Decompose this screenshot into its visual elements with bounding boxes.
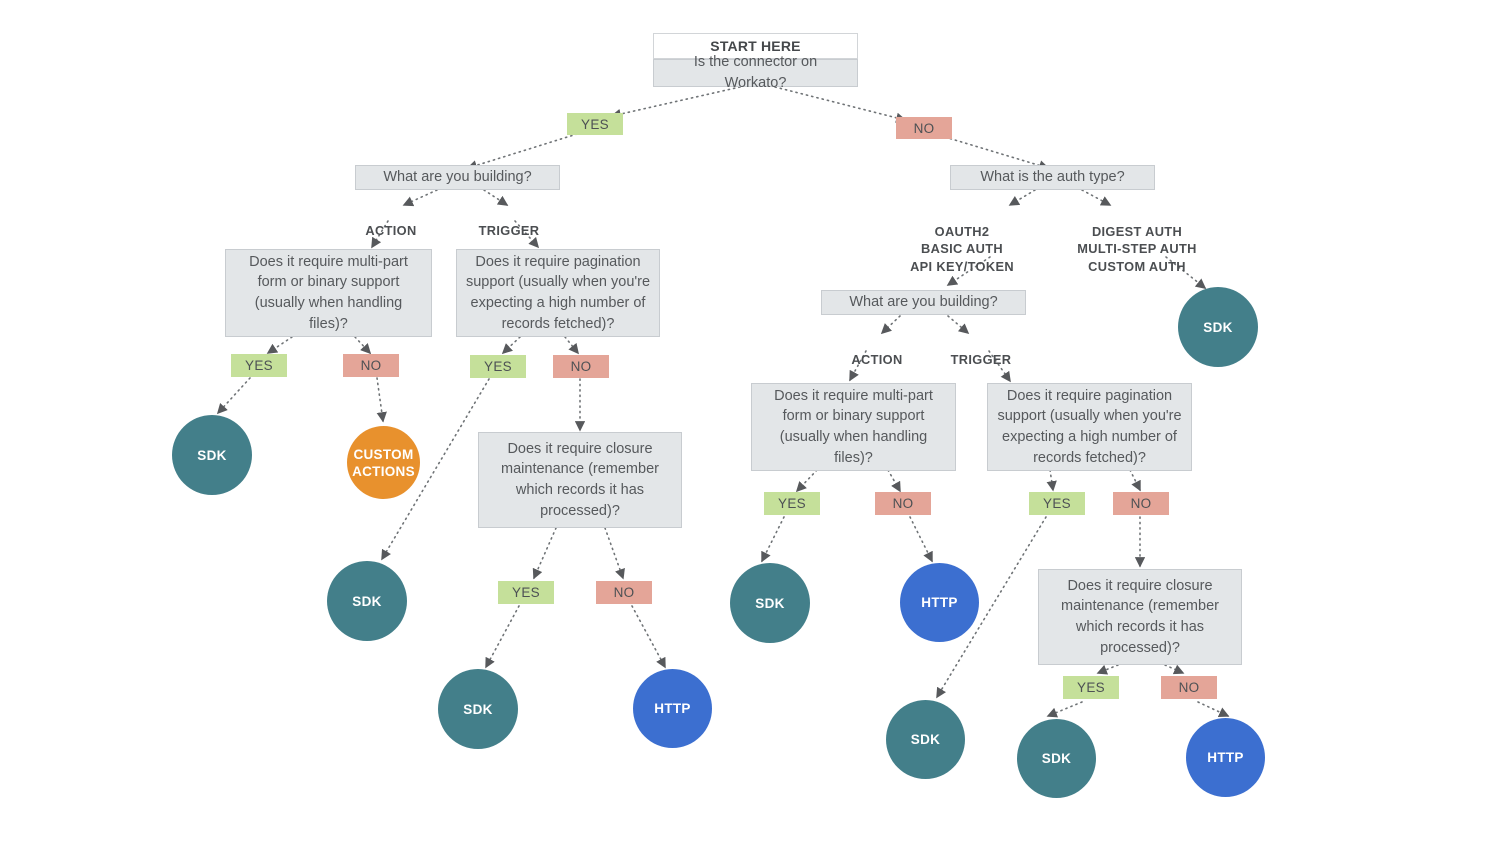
edge-label-text: NO — [360, 358, 382, 373]
terminal-label: SDK — [352, 593, 382, 609]
terminal-http-multipart-right[interactable]: HTTP — [900, 563, 979, 642]
question-closure-right[interactable]: Does it require closure maintenance (rem… — [1038, 569, 1242, 665]
flowchart-canvas: START HERE Is the connector on Workato? … — [0, 0, 1500, 843]
question-building-right-text: What are you building? — [849, 294, 998, 311]
edge-label-yes-pagination-right[interactable]: YES — [1029, 492, 1085, 515]
terminal-label: SDK — [197, 447, 227, 463]
terminal-http-closure-left[interactable]: HTTP — [633, 669, 712, 748]
edge-label-yes-closure-right[interactable]: YES — [1063, 676, 1119, 699]
terminal-label: SDK — [1203, 319, 1233, 335]
question-multipart-left[interactable]: Does it require multi-part form or binar… — [225, 249, 432, 337]
edge-label-yes-multipart-right[interactable]: YES — [764, 492, 820, 515]
question-building-left-text: What are you building? — [383, 169, 532, 186]
edge-label-no-multipart-left[interactable]: NO — [343, 354, 399, 377]
edge-label-auth-left-group: OAUTH2 BASIC AUTH API KEY/TOKEN — [891, 205, 1033, 275]
terminal-label: SDK — [463, 701, 493, 717]
edge-label-no-closure-left[interactable]: NO — [596, 581, 652, 604]
terminal-label: SDK — [755, 595, 785, 611]
terminal-label: SDK — [910, 732, 941, 747]
edge-label-yes-pagination-left[interactable]: YES — [470, 355, 526, 378]
start-question-box[interactable]: Is the connector on Workato? — [653, 54, 858, 91]
terminal-sdk-pagination-left[interactable]: SDK — [327, 561, 407, 641]
edge-label-no-closure-right[interactable]: NO — [1161, 676, 1217, 699]
edge-label-no-pagination-left[interactable]: NO — [553, 355, 609, 378]
question-pagination-right[interactable]: Does it require pagination support (usua… — [987, 383, 1192, 471]
start-question-text: Is the connector on Workato? — [693, 54, 818, 91]
edge-label-no-pagination-right[interactable]: NO — [1113, 492, 1169, 515]
terminal-label: HTTP — [654, 701, 691, 716]
edge-label-yes-on-workato[interactable]: YES — [567, 113, 623, 135]
edge-label-no-multipart-right[interactable]: NO — [875, 492, 931, 515]
terminal-custom-actions[interactable]: CUSTOM ACTIONS — [347, 426, 420, 499]
edge-label-text: YES — [484, 359, 512, 374]
edge-label-text: OAUTH2 BASIC AUTH API KEY/TOKEN — [910, 223, 1014, 274]
terminal-label: HTTP — [1207, 750, 1244, 765]
edge-label-text: NO — [892, 496, 914, 511]
edge-label-text: TRIGGER — [478, 222, 540, 238]
question-multipart-left-text: Does it require multi-part form or binar… — [249, 253, 408, 332]
terminal-label: CUSTOM ACTIONS — [352, 446, 415, 479]
edge-label-text: YES — [778, 496, 806, 511]
question-building-right[interactable]: What are you building? — [821, 290, 1026, 315]
question-pagination-right-text: Does it require pagination support (usua… — [997, 387, 1182, 466]
edge-label-auth-right-group: DIGEST AUTH MULTI-STEP AUTH CUSTOM AUTH — [1066, 205, 1208, 275]
edge-label-text: NO — [613, 585, 635, 600]
edge-label-text: ACTION — [365, 222, 417, 238]
edge-label-text: DIGEST AUTH MULTI-STEP AUTH CUSTOM AUTH — [1077, 223, 1197, 274]
edge-label-text: NO — [1178, 680, 1200, 695]
edge-label-action-left: ACTION — [341, 204, 441, 239]
edge-label-yes-closure-left[interactable]: YES — [498, 581, 554, 604]
terminal-sdk-multipart-left[interactable]: SDK — [172, 415, 252, 495]
terminal-http-closure-right[interactable]: HTTP — [1186, 718, 1265, 797]
question-closure-right-text: Does it require closure maintenance (rem… — [1061, 577, 1219, 656]
edge-label-text: YES — [512, 585, 540, 600]
terminal-label: SDK — [1041, 751, 1072, 766]
terminal-sdk-pagination-right[interactable]: SDK — [886, 700, 965, 779]
edge-label-text: TRIGGER — [950, 351, 1012, 367]
edge-label-text: NO — [570, 359, 592, 374]
edge-label-text: NO — [1130, 496, 1152, 511]
terminal-sdk-closure-right[interactable]: SDK — [1017, 719, 1096, 798]
question-auth-type[interactable]: What is the auth type? — [950, 165, 1155, 190]
edge-label-text: YES — [1043, 496, 1071, 511]
question-closure-left-text: Does it require closure maintenance (rem… — [501, 440, 659, 519]
question-multipart-right[interactable]: Does it require multi-part form or binar… — [751, 383, 956, 471]
terminal-label: HTTP — [921, 595, 958, 610]
edge-label-trigger-left: TRIGGER — [459, 204, 559, 239]
edge-label-action-right: ACTION — [827, 333, 927, 368]
edge-label-text: YES — [245, 358, 273, 373]
terminal-sdk-closure-left[interactable]: SDK — [438, 669, 518, 749]
question-pagination-left[interactable]: Does it require pagination support (usua… — [456, 249, 660, 337]
edge-label-text: YES — [581, 116, 609, 132]
edge-label-text: ACTION — [851, 351, 903, 367]
edge-label-no-on-workato[interactable]: NO — [896, 117, 952, 139]
question-auth-type-text: What is the auth type? — [980, 169, 1125, 186]
edge-label-trigger-right: TRIGGER — [931, 333, 1031, 368]
question-building-left[interactable]: What are you building? — [355, 165, 560, 190]
question-multipart-right-text: Does it require multi-part form or binar… — [774, 387, 933, 466]
terminal-sdk-auth[interactable]: SDK — [1178, 287, 1258, 367]
edge-label-yes-multipart-left[interactable]: YES — [231, 354, 287, 377]
terminal-sdk-multipart-right[interactable]: SDK — [730, 563, 810, 643]
edge-label-text: YES — [1077, 680, 1105, 695]
edge-label-text: NO — [913, 120, 935, 136]
question-closure-left[interactable]: Does it require closure maintenance (rem… — [478, 432, 682, 528]
question-pagination-left-text: Does it require pagination support (usua… — [465, 253, 651, 332]
